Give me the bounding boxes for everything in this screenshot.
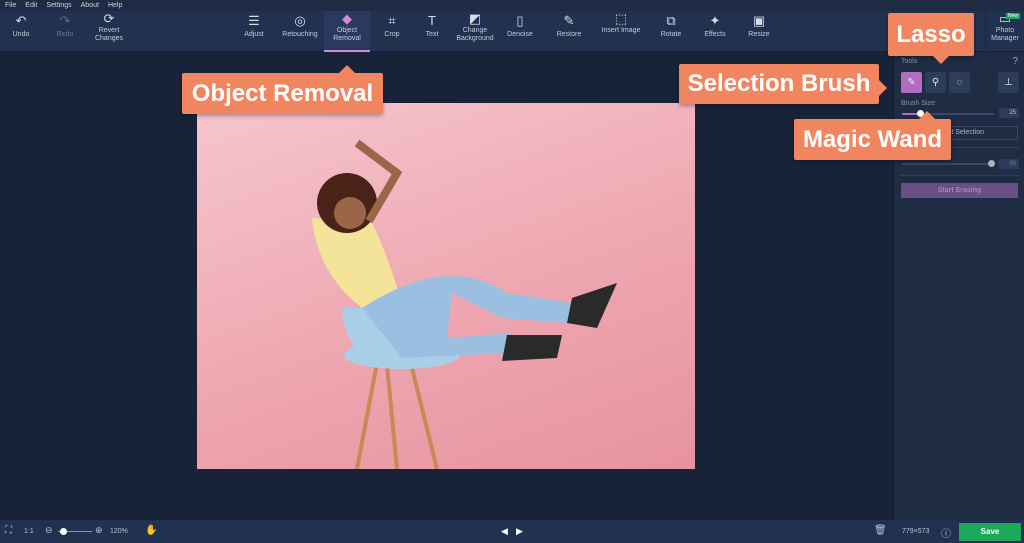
tool-object-removal-button[interactable]: ◆ Object Removal <box>324 11 370 52</box>
zoom-slider[interactable] <box>58 528 92 535</box>
divider <box>899 175 1020 176</box>
threshold-slider[interactable] <box>902 160 996 167</box>
tool-crop-button[interactable]: ⌗ Crop <box>375 11 409 52</box>
help-icon[interactable]: ? <box>1012 56 1018 67</box>
slider-knob[interactable] <box>60 528 68 535</box>
tool-label: Denoise <box>507 31 533 38</box>
redo-icon: ↷ <box>59 13 71 28</box>
tool-rotate-button[interactable]: ⧉ Rotate <box>650 11 692 52</box>
fit-screen-icon[interactable]: ⛶ <box>5 525 12 536</box>
crop-icon: ⌗ <box>388 13 396 28</box>
tool-label: Crop <box>384 31 400 38</box>
undo-icon: ↶ <box>15 13 27 28</box>
lasso-button[interactable]: ◌ <box>949 72 970 93</box>
callout-text: Lasso <box>896 20 966 48</box>
previous-icon[interactable]: ◀ <box>501 526 508 537</box>
brush-size-slider[interactable] <box>902 110 994 117</box>
revert-label: Revert Changes <box>94 27 124 42</box>
menu-bar: File Edit Settings About Help <box>0 0 1024 11</box>
tool-label: Restore <box>556 31 582 38</box>
zoom-out-icon[interactable]: ⊖ <box>45 525 53 536</box>
threshold-value[interactable]: 99 <box>999 159 1019 169</box>
object-removal-icon: ◆ <box>342 11 352 26</box>
image-dimensions: 779×573 <box>902 528 930 535</box>
revert-icon: ⟳ <box>103 11 115 26</box>
tool-label: Resize <box>748 31 770 38</box>
tool-insert-image-button[interactable]: ⬚ Insert Image <box>600 11 642 52</box>
stamp-button[interactable]: ⊥ <box>998 72 1019 93</box>
stamp-icon: ⊥ <box>1004 77 1013 88</box>
text-icon: T <box>428 13 436 28</box>
photo-subject <box>312 139 617 470</box>
callout-text: Object Removal <box>191 79 374 107</box>
callout-selection-brush: Selection Brush <box>679 64 887 104</box>
tool-retouching-button[interactable]: ◎ Retouching <box>279 11 321 52</box>
tool-label: Change Background <box>456 27 494 42</box>
undo-label: Undo <box>12 31 30 38</box>
tool-label: Adjust <box>244 31 264 38</box>
callout-magic-wand: Magic Wand <box>794 111 951 160</box>
redo-button[interactable]: ↷ Redo <box>49 11 81 52</box>
menu-file[interactable]: File <box>5 0 16 11</box>
menu-edit[interactable]: Edit <box>25 0 37 11</box>
tool-effects-button[interactable]: ✦ Effects <box>696 11 734 52</box>
callout-lasso: Lasso <box>888 13 974 64</box>
menu-settings[interactable]: Settings <box>46 0 71 11</box>
save-button[interactable]: Save <box>959 523 1021 541</box>
adjust-icon: ☰ <box>248 13 260 28</box>
denoise-icon: ▯ <box>516 13 524 28</box>
hand-tool-icon[interactable]: ✋ <box>145 525 157 536</box>
tool-text-button[interactable]: T Text <box>414 11 450 52</box>
selection-brush-button[interactable]: ✎ <box>901 72 922 93</box>
tool-restore-button[interactable]: ✎ Restore <box>546 11 592 52</box>
tool-label: Effects <box>704 31 726 38</box>
rotate-icon: ⧉ <box>666 13 676 28</box>
tool-resize-button[interactable]: ▣ Resize <box>740 11 778 52</box>
tools-label: Tools <box>901 58 918 65</box>
redo-label: Redo <box>56 31 74 38</box>
revert-changes-button[interactable]: ⟳ Revert Changes <box>88 11 130 52</box>
photo-manager-button[interactable]: New ▭ Photo Manager <box>985 11 1024 52</box>
callout-object-removal: Object Removal <box>182 65 383 114</box>
delete-icon[interactable]: 🗑 <box>874 525 887 536</box>
insert-image-icon: ⬚ <box>614 11 628 26</box>
undo-button[interactable]: ↶ Undo <box>5 11 37 52</box>
restore-icon: ✎ <box>563 13 575 28</box>
change-background-icon: ◩ <box>468 11 482 26</box>
start-erasing-label: Start Erasing <box>937 187 982 194</box>
slider-knob[interactable] <box>988 160 996 167</box>
next-icon[interactable]: ▶ <box>516 526 523 537</box>
callout-text: Selection Brush <box>687 70 871 97</box>
toolbar: ↶ Undo ↷ Redo ⟳ Revert Changes ☰ Adjust ◎ Reto… <box>0 11 1024 52</box>
actual-size-button[interactable]: 1:1 <box>24 528 34 535</box>
tool-denoise-button[interactable]: ▯ Denoise <box>501 11 539 52</box>
tool-label: Rotate <box>660 31 682 38</box>
effects-icon: ✦ <box>709 13 721 28</box>
lasso-icon: ◌ <box>956 77 963 88</box>
photo-image[interactable] <box>197 103 695 470</box>
new-badge: New <box>1005 13 1020 19</box>
brush-icon: ✎ <box>907 77 916 88</box>
zoom-level: 120% <box>110 528 128 535</box>
menu-about[interactable]: About <box>81 0 99 11</box>
magic-wand-icon: ⚲ <box>931 77 940 88</box>
tool-change-background-button[interactable]: ◩ Change Background <box>452 11 498 52</box>
menu-help[interactable]: Help <box>108 0 122 11</box>
start-erasing-button[interactable]: Start Erasing <box>901 183 1018 198</box>
tool-label: Insert Image <box>601 27 641 34</box>
callout-text: Magic Wand <box>802 125 943 153</box>
info-icon[interactable]: ⓘ <box>941 525 951 540</box>
retouching-icon: ◎ <box>294 13 306 28</box>
brush-size-value[interactable]: 25 <box>999 108 1019 118</box>
tool-label: Retouching <box>282 31 318 38</box>
tool-label: Text <box>425 31 439 38</box>
zoom-in-icon[interactable]: ⊕ <box>95 525 103 536</box>
save-label: Save <box>980 527 1000 536</box>
tool-label: Object Removal <box>333 27 361 42</box>
resize-icon: ▣ <box>752 13 766 28</box>
status-bar: ⛶ 1:1 ⊖ ⊕ 120% ✋ ◀ ▶ 🗑 779×573 ⓘ Save <box>0 520 1024 543</box>
photo-manager-label: Photo Manager <box>991 27 1019 42</box>
tool-adjust-button[interactable]: ☰ Adjust <box>237 11 271 52</box>
magic-wand-button[interactable]: ⚲ <box>925 72 946 93</box>
